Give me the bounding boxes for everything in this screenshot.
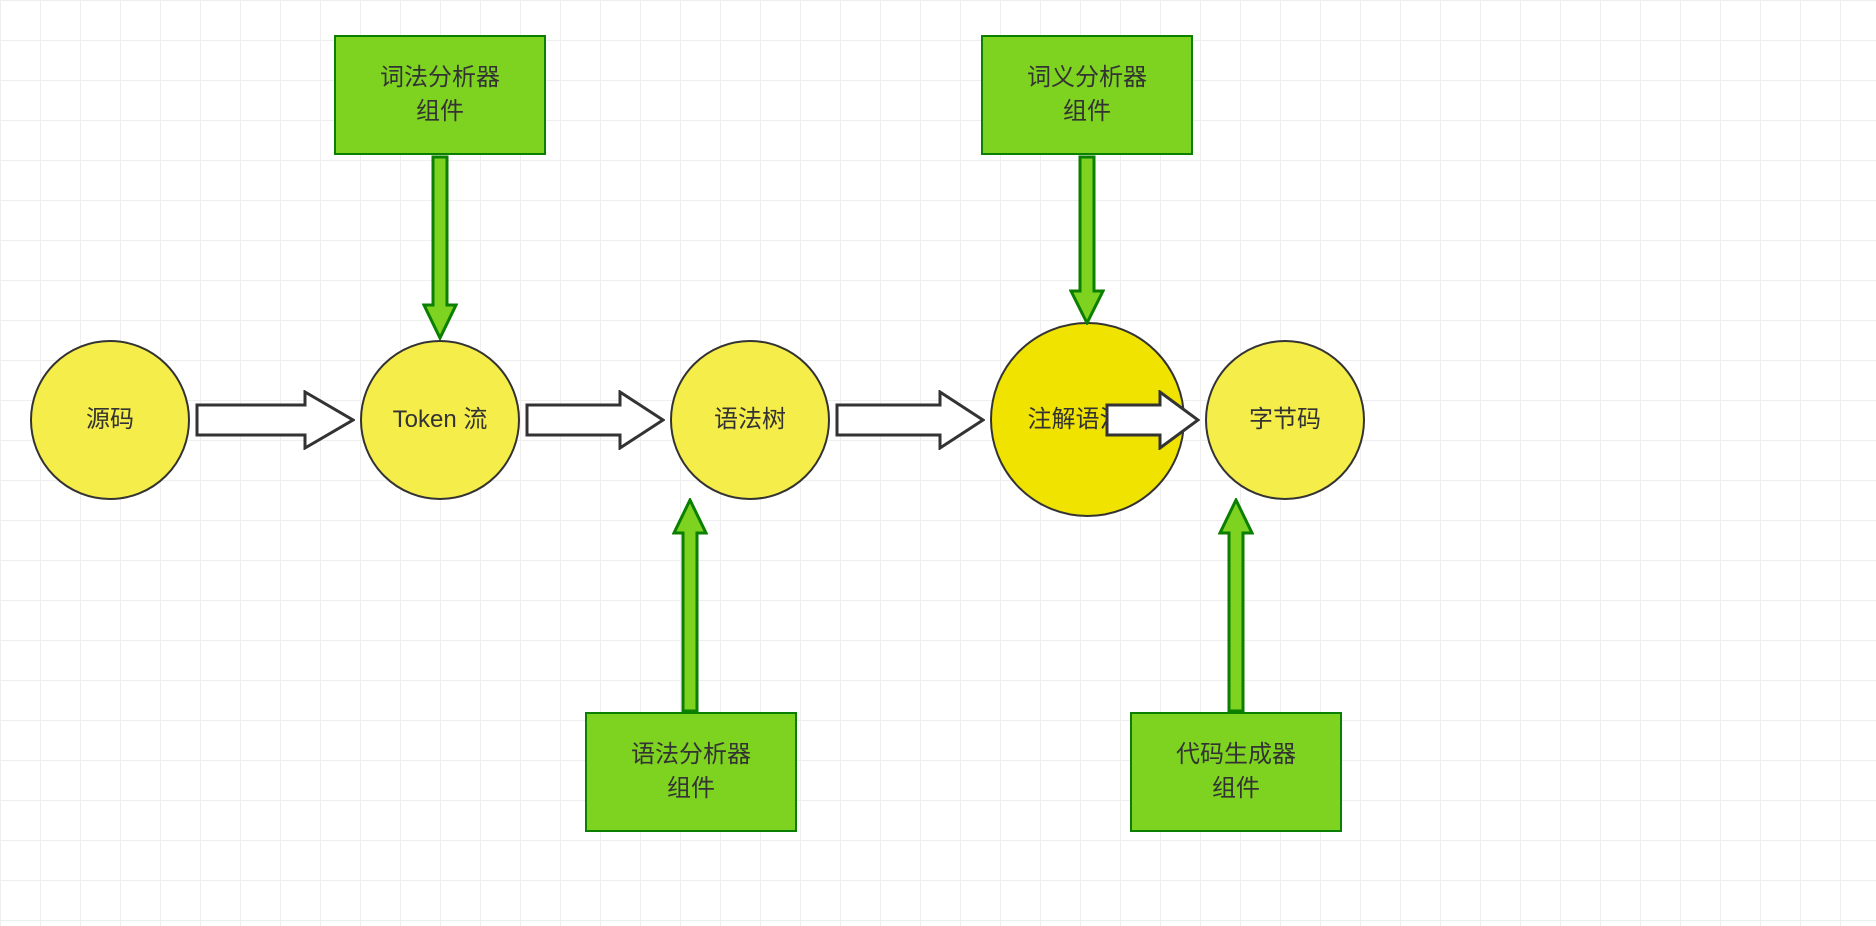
arrow-semantic-to-annotated xyxy=(1069,155,1105,325)
arrow-syntax-to-annotated xyxy=(835,390,985,450)
component-label-line1: 语法分析器 xyxy=(631,738,751,772)
arrow-token-to-syntax xyxy=(525,390,665,450)
component-label-line1: 词法分析器 xyxy=(380,61,500,95)
node-label: 源码 xyxy=(86,404,134,435)
component-label-line2: 组件 xyxy=(1027,95,1147,129)
arrow-annotated-to-bytecode xyxy=(1105,390,1200,450)
node-token-stream: Token 流 xyxy=(360,340,520,500)
component-parser: 语法分析器 组件 xyxy=(585,712,797,832)
component-semantic: 词义分析器 组件 xyxy=(981,35,1193,155)
arrow-parser-to-syntax xyxy=(672,498,708,713)
node-bytecode: 字节码 xyxy=(1205,340,1365,500)
component-label-line2: 组件 xyxy=(1176,772,1296,806)
component-label-line2: 组件 xyxy=(631,772,751,806)
node-source-code: 源码 xyxy=(30,340,190,500)
node-label: 语法树 xyxy=(714,404,786,435)
component-lexer: 词法分析器 组件 xyxy=(334,35,546,155)
component-label-line1: 词义分析器 xyxy=(1027,61,1147,95)
component-label-line1: 代码生成器 xyxy=(1176,738,1296,772)
component-label-line2: 组件 xyxy=(380,95,500,129)
arrow-lexer-to-token xyxy=(422,155,458,340)
component-codegen: 代码生成器 组件 xyxy=(1130,712,1342,832)
node-label: Token 流 xyxy=(393,404,488,435)
arrow-source-to-token xyxy=(195,390,355,450)
node-syntax-tree: 语法树 xyxy=(670,340,830,500)
node-label: 字节码 xyxy=(1249,404,1321,435)
arrow-codegen-to-bytecode xyxy=(1218,498,1254,713)
